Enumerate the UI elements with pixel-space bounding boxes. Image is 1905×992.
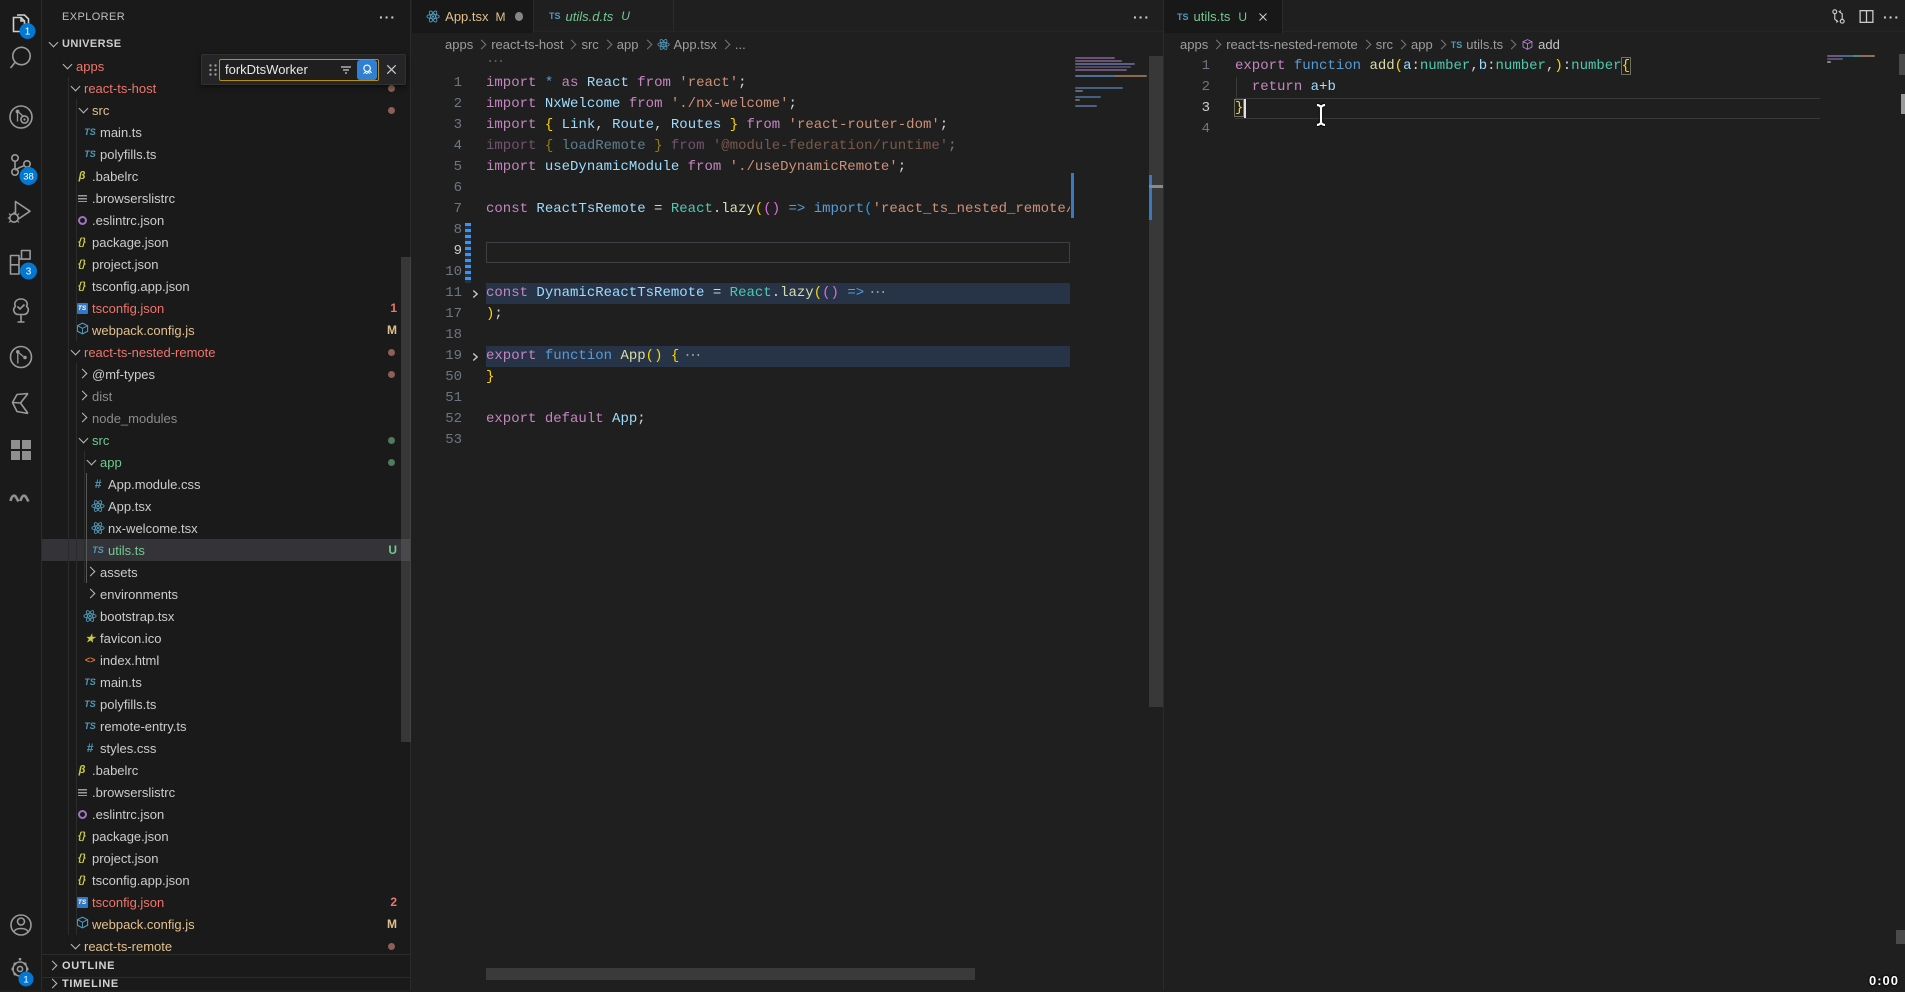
svg-text:3: 3 [26, 267, 32, 278]
svg-text:38: 38 [23, 172, 34, 183]
svg-text:1: 1 [23, 975, 28, 986]
svg-text:1: 1 [25, 27, 31, 38]
